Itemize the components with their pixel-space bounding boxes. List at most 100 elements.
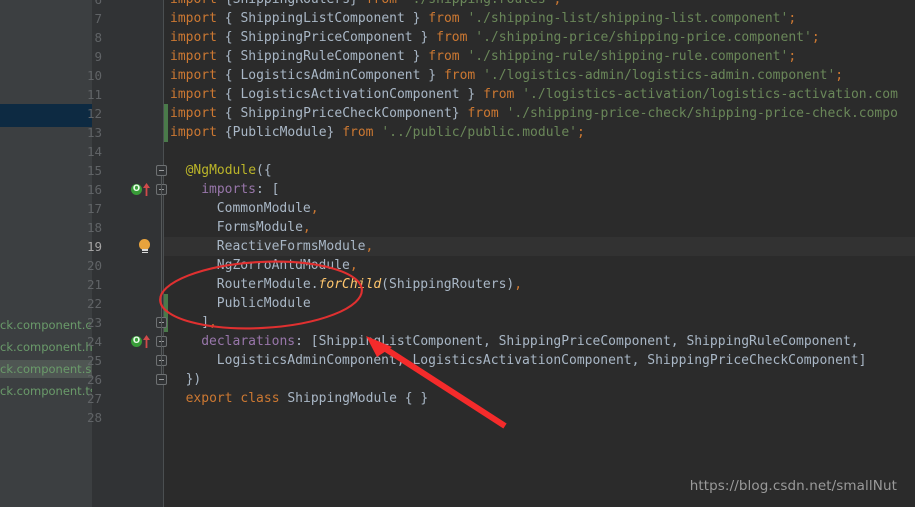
code-line: import {PublicModule} from '../public/pu… xyxy=(164,123,585,142)
code-token: from xyxy=(428,11,468,26)
code-token: ] xyxy=(201,315,210,330)
code-line: export class ShippingModule { } xyxy=(164,389,429,408)
code-token: ShippingModule xyxy=(287,391,405,406)
line-number: 20 xyxy=(86,258,102,273)
code-line: import { LogisticsAdminComponent } from … xyxy=(164,66,843,85)
code-token: , xyxy=(310,201,319,216)
line-number: 26 xyxy=(86,372,102,387)
line-number: 18 xyxy=(86,220,102,235)
code-token: CommonModule xyxy=(216,201,311,216)
implemented-method-icon[interactable]: O xyxy=(131,183,153,197)
code-token: : [ShippingListComponent, ShippingPriceC… xyxy=(295,334,859,349)
code-token: (ShippingRouters) xyxy=(381,277,515,292)
line-number: 19 xyxy=(86,239,102,254)
code-token: ; xyxy=(788,11,797,26)
code-token: './shipping-price/shipping-price.compone… xyxy=(475,30,812,45)
line-number: 25 xyxy=(86,353,102,368)
code-line: }) xyxy=(164,370,202,389)
code-token: import xyxy=(170,87,225,102)
code-fold-connector xyxy=(161,176,162,374)
code-line: import { LogisticsActivationComponent } … xyxy=(164,85,898,104)
code-token: {PublicModule} xyxy=(224,125,343,140)
code-token: from xyxy=(483,87,523,102)
code-token: from xyxy=(428,49,468,64)
up-arrow-icon xyxy=(143,183,150,196)
line-number: 27 xyxy=(86,391,102,406)
code-token: NgZorroAntdModule xyxy=(216,258,350,273)
code-token: ; xyxy=(554,0,562,7)
code-token: @NgModule xyxy=(185,163,257,178)
up-arrow-icon xyxy=(143,335,150,348)
code-token: forChild xyxy=(318,277,382,292)
line-number: 6 xyxy=(62,0,102,9)
code-token: './shipping-price-check/shipping-price-c… xyxy=(506,106,898,121)
line-number: 10 xyxy=(86,68,102,83)
code-token: './logistics-admin/logistics-admin.compo… xyxy=(483,68,836,83)
code-fold-marker[interactable] xyxy=(156,165,167,176)
line-number: 11 xyxy=(86,87,102,102)
line-number: 15 xyxy=(86,163,102,178)
code-token: ; xyxy=(811,30,820,45)
line-number: 8 xyxy=(94,30,102,45)
code-token: from xyxy=(366,0,405,7)
code-token: class xyxy=(240,391,288,406)
code-token: ; xyxy=(788,49,797,64)
code-token: , xyxy=(302,220,311,235)
code-token: './shipping-list/shipping-list.component… xyxy=(467,11,789,26)
line-number: 7 xyxy=(94,11,102,26)
bulb-base-line xyxy=(141,249,148,251)
code-line: import { ShippingPriceCheckComponent} fr… xyxy=(164,104,898,123)
code-token: ({ xyxy=(256,163,272,178)
code-token: }) xyxy=(185,372,202,387)
code-token: './logistics-activation/logistics-activa… xyxy=(522,87,898,102)
editor-gutter[interactable]: 6789101112131415161718192021222324252627… xyxy=(87,0,164,507)
line-number: 21 xyxy=(86,277,102,292)
code-token: : [ xyxy=(255,182,280,197)
code-token: import xyxy=(170,68,225,83)
code-token: LogisticsAdminComponent, LogisticsActiva… xyxy=(216,353,867,368)
code-token: './shipping-rule/shipping-rule.component… xyxy=(467,49,789,64)
watermark-text: https://blog.csdn.net/smallNut xyxy=(689,478,897,494)
code-line: ], xyxy=(164,313,217,332)
code-line: RouterModule.forChild(ShippingRouters), xyxy=(164,275,522,294)
line-number: 17 xyxy=(86,201,102,216)
code-line: ReactiveFormsModule, xyxy=(164,237,374,256)
implementation-dot-icon: O xyxy=(131,184,142,195)
code-token: import xyxy=(170,125,225,140)
line-number: 23 xyxy=(86,315,102,330)
code-token: declarations xyxy=(201,334,296,349)
code-token: { ShippingListComponent } xyxy=(224,11,429,26)
code-token: PublicModule xyxy=(216,296,311,311)
code-token: { } xyxy=(404,391,429,406)
line-number: 9 xyxy=(94,49,102,64)
vcs-change-bar[interactable] xyxy=(164,123,168,142)
code-text-area[interactable]: import {ShippingRouters} from './shippin… xyxy=(164,0,915,507)
code-line: FormsModule, xyxy=(164,218,311,237)
code-token: ; xyxy=(835,68,844,83)
implemented-method-icon[interactable]: O xyxy=(131,335,153,349)
code-token: { ShippingRuleComponent } xyxy=(224,49,429,64)
code-line: import { ShippingPriceComponent } from '… xyxy=(164,28,820,47)
code-token: '../public/public.module' xyxy=(381,125,578,140)
code-line: NgZorroAntdModule, xyxy=(164,256,358,275)
vcs-change-bar[interactable] xyxy=(164,104,168,123)
code-token: import xyxy=(170,0,225,7)
code-line: imports: [ xyxy=(164,180,279,199)
code-token: , xyxy=(349,258,358,273)
code-token: export xyxy=(185,391,241,406)
vcs-change-bar[interactable] xyxy=(164,294,168,313)
code-token: {ShippingRouters} xyxy=(225,0,366,7)
line-number: 13 xyxy=(86,125,102,140)
intention-bulb-icon[interactable] xyxy=(138,239,152,255)
line-number: 22 xyxy=(86,296,102,311)
code-line: import { ShippingRuleComponent } from '.… xyxy=(164,47,796,66)
code-token: import xyxy=(170,11,225,26)
line-number: 12 xyxy=(86,106,102,121)
code-token: { LogisticsActivationComponent } xyxy=(224,87,484,102)
code-line: import { ShippingListComponent } from '.… xyxy=(164,9,796,28)
code-token: import xyxy=(170,49,225,64)
code-token: , xyxy=(365,239,374,254)
code-token: ReactiveFormsModule xyxy=(216,239,366,254)
code-fold-marker[interactable] xyxy=(156,374,167,385)
